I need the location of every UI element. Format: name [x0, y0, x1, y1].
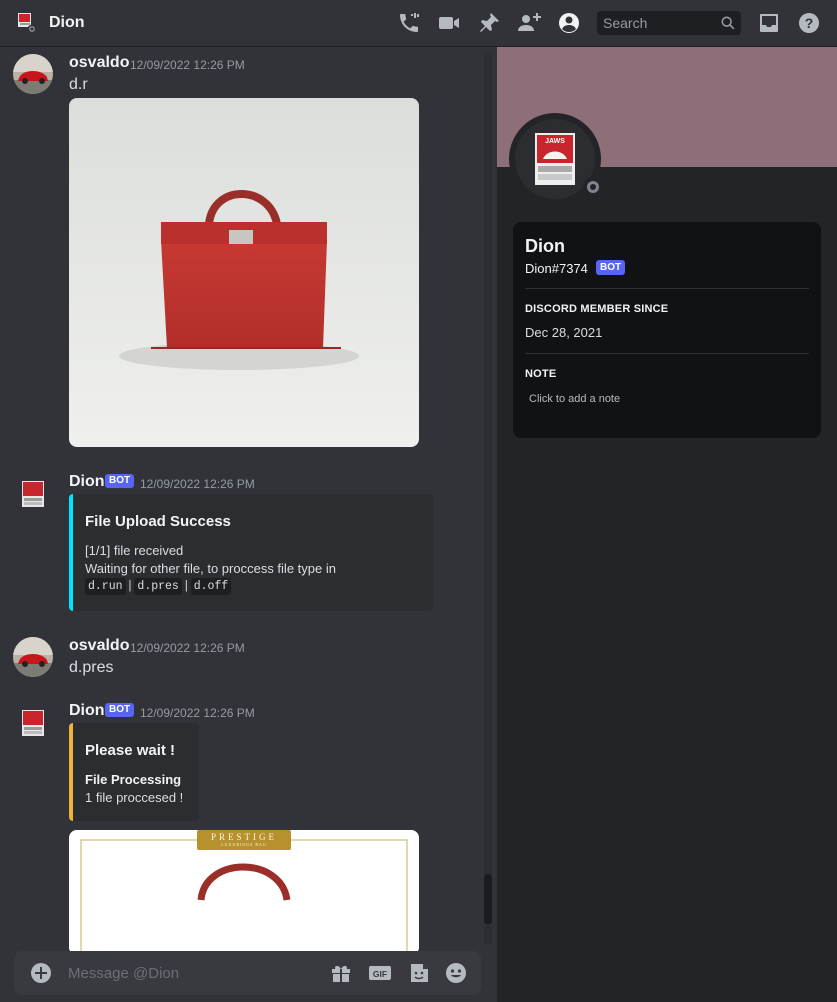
member-since-value: Dec 28, 2021 [525, 325, 603, 340]
code-command: d.run [85, 578, 126, 595]
chat-area[interactable]: osvaldo 12/09/2022 12:26 PM d.r Dion BOT… [0, 47, 497, 1002]
attachment-banner-text: PRESTIGE [210, 832, 277, 842]
search-input[interactable] [597, 11, 717, 35]
scrollbar-track[interactable] [484, 52, 492, 944]
embed-commands: d.run | d.pres | d.off [85, 578, 232, 595]
inbox-icon[interactable] [757, 11, 781, 35]
embed-field-name: File Processing [85, 772, 182, 787]
pin-icon[interactable] [477, 11, 501, 35]
channel-header: Dion ? [0, 0, 837, 47]
profile-toggle-icon[interactable] [557, 11, 581, 35]
video-icon[interactable] [437, 11, 461, 35]
add-friend-icon[interactable] [517, 11, 541, 35]
message-timestamp: 12/09/2022 12:26 PM [140, 477, 255, 491]
bot-badge: BOT [596, 260, 626, 275]
search-icon [721, 16, 735, 30]
embed-title: Please wait ! [85, 742, 176, 759]
divider [525, 288, 809, 289]
help-icon[interactable]: ? [797, 11, 821, 35]
status-offline-icon [583, 177, 603, 197]
message-input[interactable] [68, 951, 318, 995]
profile-name: Dion [525, 236, 565, 256]
phone-icon[interactable] [397, 11, 421, 35]
message-author[interactable]: osvaldo [69, 54, 129, 72]
code-command: d.off [190, 578, 232, 595]
gift-icon[interactable] [329, 961, 353, 985]
scrollbar-thumb[interactable] [484, 874, 492, 924]
profile-avatar[interactable]: JAWS [509, 113, 603, 205]
embed-field-value: 1 file proccesed ! [85, 790, 184, 805]
message-author[interactable]: Dion [69, 702, 105, 720]
message-timestamp: 12/09/2022 12:26 PM [130, 58, 245, 72]
sticker-icon[interactable] [407, 961, 431, 985]
message-timestamp: 12/09/2022 12:26 PM [130, 641, 245, 655]
emoji-icon[interactable] [444, 961, 468, 985]
code-separator: | [126, 580, 134, 593]
member-since-heading: DISCORD MEMBER SINCE [525, 303, 669, 315]
divider [525, 353, 809, 354]
image-attachment[interactable] [69, 98, 419, 447]
bot-avatar[interactable] [13, 473, 53, 513]
svg-text:?: ? [805, 15, 814, 31]
message-text: d.pres [69, 659, 114, 676]
search-box[interactable] [597, 11, 741, 35]
message-author[interactable]: osvaldo [69, 637, 129, 655]
message-timestamp: 12/09/2022 12:26 PM [140, 706, 255, 720]
attachment-banner-subtext: LUXURIOUS BAG [221, 842, 267, 847]
note-heading: NOTE [525, 368, 557, 380]
code-separator: | [182, 580, 190, 593]
svg-text:GIF: GIF [373, 969, 387, 979]
image-attachment[interactable]: PRESTIGE LUXURIOUS BAG [69, 830, 419, 955]
message-text: d.r [69, 76, 88, 93]
profile-card: Dion Dion#7374 BOT DISCORD MEMBER SINCE … [513, 222, 821, 438]
profile-tag: Dion#7374 [525, 261, 588, 276]
avatar-logo-text: JAWS [545, 138, 565, 145]
note-input[interactable] [525, 388, 809, 410]
message-composer[interactable]: GIF [14, 951, 481, 995]
message-author[interactable]: Dion [69, 473, 105, 491]
avatar[interactable] [13, 637, 53, 677]
embed-upload-success: File Upload Success [1/1] file received … [69, 494, 433, 611]
dm-avatar-icon [16, 12, 38, 34]
avatar[interactable] [13, 54, 53, 94]
gif-icon[interactable]: GIF [368, 961, 392, 985]
channel-title: Dion [49, 14, 85, 31]
bot-badge: BOT [105, 474, 135, 488]
add-attachment-icon[interactable] [29, 961, 53, 985]
embed-line: [1/1] file received [85, 543, 184, 558]
embed-please-wait: Please wait ! File Processing 1 file pro… [69, 723, 199, 821]
user-profile-panel: JAWS Dion Dion#7374 BOT DISCORD MEMBER S… [497, 47, 837, 1002]
bot-badge: BOT [105, 703, 135, 717]
code-command: d.pres [134, 578, 182, 595]
embed-title: File Upload Success [85, 513, 231, 530]
bot-avatar[interactable] [13, 702, 53, 742]
embed-line: Waiting for other file, to proccess file… [85, 561, 336, 576]
